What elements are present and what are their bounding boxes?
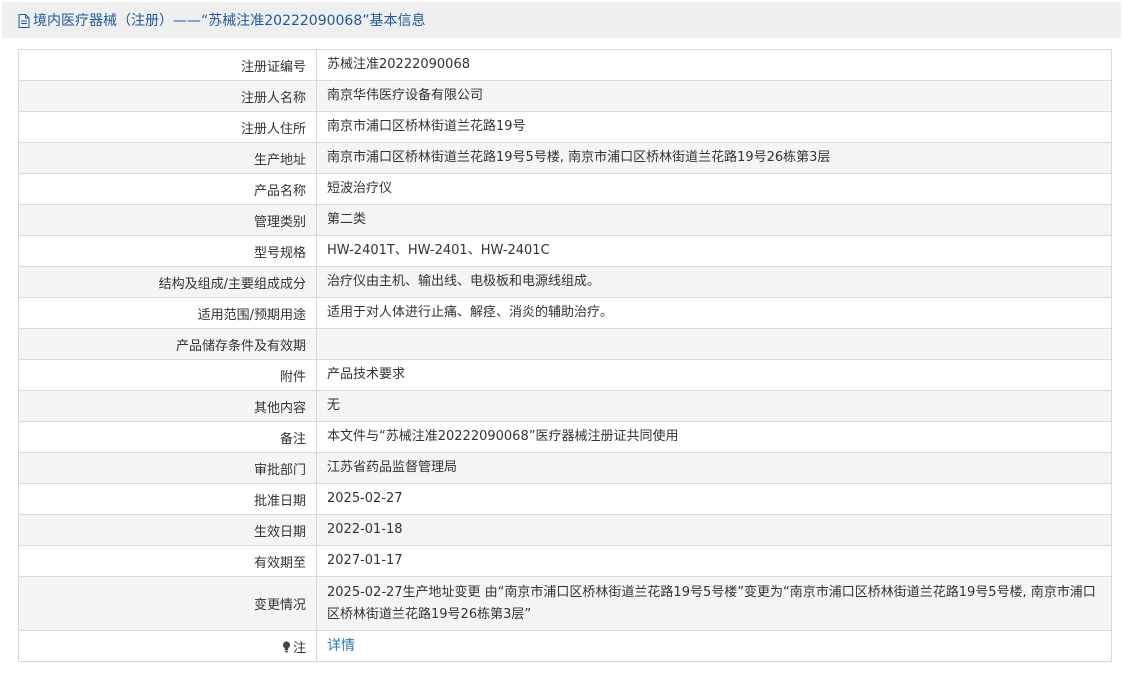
table-row: 注册人名称 南京华伟医疗设备有限公司 (18, 80, 1112, 112)
row-value: 江苏省药品监督管理局 (316, 452, 1112, 484)
detail-link[interactable]: 详情 (327, 638, 355, 654)
table-row: 批准日期 2025-02-27 (18, 483, 1112, 515)
table-row: 附件 产品技术要求 (18, 359, 1112, 391)
page-title: 境内医疗器械（注册）——“苏械注准20222090068”基本信息 (33, 13, 426, 29)
note-label-cell: 注 (18, 630, 317, 662)
row-value: 无 (316, 390, 1112, 422)
page-header: 境内医疗器械（注册）——“苏械注准20222090068”基本信息 (2, 2, 1121, 38)
row-value: 2027-01-17 (316, 545, 1112, 577)
table-row: 其他内容 无 (18, 390, 1112, 422)
row-value (316, 328, 1112, 360)
row-value: 短波治疗仪 (316, 173, 1112, 205)
table-row: 注册证编号 苏械注准20222090068 (18, 49, 1112, 81)
table-row: 变更情况 2025-02-27生产地址变更 由“南京市浦口区桥林街道兰花路19号… (18, 576, 1112, 631)
row-label: 变更情况 (18, 576, 317, 631)
row-value: 治疗仪由主机、输出线、电极板和电源线组成。 (316, 266, 1112, 298)
row-label: 备注 (18, 421, 317, 453)
row-label: 注册人名称 (18, 80, 317, 112)
table-row: 备注 本文件与“苏械注准20222090068”医疗器械注册证共同使用 (18, 421, 1112, 453)
table-row: 生效日期 2022-01-18 (18, 514, 1112, 546)
table-row: 型号规格 HW-2401T、HW-2401、HW-2401C (18, 235, 1112, 267)
row-label: 产品储存条件及有效期 (18, 328, 317, 360)
row-value: 南京市浦口区桥林街道兰花路19号 (316, 111, 1112, 143)
row-label: 生效日期 (18, 514, 317, 546)
row-value: 第二类 (316, 204, 1112, 236)
row-value: 2022-01-18 (316, 514, 1112, 546)
table-row: 生产地址 南京市浦口区桥林街道兰花路19号5号楼, 南京市浦口区桥林街道兰花路1… (18, 142, 1112, 174)
row-label: 其他内容 (18, 390, 317, 422)
table-row: 有效期至 2027-01-17 (18, 545, 1112, 577)
row-label: 注册人住所 (18, 111, 317, 143)
row-value: HW-2401T、HW-2401、HW-2401C (316, 235, 1112, 267)
table-row: 注册人住所 南京市浦口区桥林街道兰花路19号 (18, 111, 1112, 143)
table-row: 适用范围/预期用途 适用于对人体进行止痛、解痉、消炎的辅助治疗。 (18, 297, 1112, 329)
row-value: 本文件与“苏械注准20222090068”医疗器械注册证共同使用 (316, 421, 1112, 453)
row-label: 生产地址 (18, 142, 317, 174)
row-label: 有效期至 (18, 545, 317, 577)
row-value: 2025-02-27生产地址变更 由“南京市浦口区桥林街道兰花路19号5号楼”变… (316, 576, 1112, 631)
row-label: 批准日期 (18, 483, 317, 515)
table-row: 管理类别 第二类 (18, 204, 1112, 236)
table-row: 产品储存条件及有效期 (18, 328, 1112, 360)
row-value: 南京市浦口区桥林街道兰花路19号5号楼, 南京市浦口区桥林街道兰花路19号26栋… (316, 142, 1112, 174)
row-label: 附件 (18, 359, 317, 391)
row-label: 适用范围/预期用途 (18, 297, 317, 329)
row-label: 结构及组成/主要组成成分 (18, 266, 317, 298)
row-value: 苏械注准20222090068 (316, 49, 1112, 81)
note-value-cell: 详情 (316, 630, 1112, 662)
row-label: 管理类别 (18, 204, 317, 236)
row-label: 审批部门 (18, 452, 317, 484)
lightbulb-icon (282, 640, 291, 652)
row-label: 型号规格 (18, 235, 317, 267)
note-label: 注 (292, 640, 306, 656)
row-value: 适用于对人体进行止痛、解痉、消炎的辅助治疗。 (316, 297, 1112, 329)
table-row: 审批部门 江苏省药品监督管理局 (18, 452, 1112, 484)
row-label: 注册证编号 (18, 49, 317, 81)
row-value: 南京华伟医疗设备有限公司 (316, 80, 1112, 112)
row-value: 2025-02-27 (316, 483, 1112, 515)
row-label: 产品名称 (18, 173, 317, 205)
table-row: 结构及组成/主要组成成分 治疗仪由主机、输出线、电极板和电源线组成。 (18, 266, 1112, 298)
info-table: 注册证编号 苏械注准20222090068 注册人名称 南京华伟医疗设备有限公司… (18, 49, 1112, 662)
document-icon (18, 14, 30, 28)
row-value: 产品技术要求 (316, 359, 1112, 391)
table-row: 产品名称 短波治疗仪 (18, 173, 1112, 205)
note-row: 注 详情 (18, 630, 1112, 662)
